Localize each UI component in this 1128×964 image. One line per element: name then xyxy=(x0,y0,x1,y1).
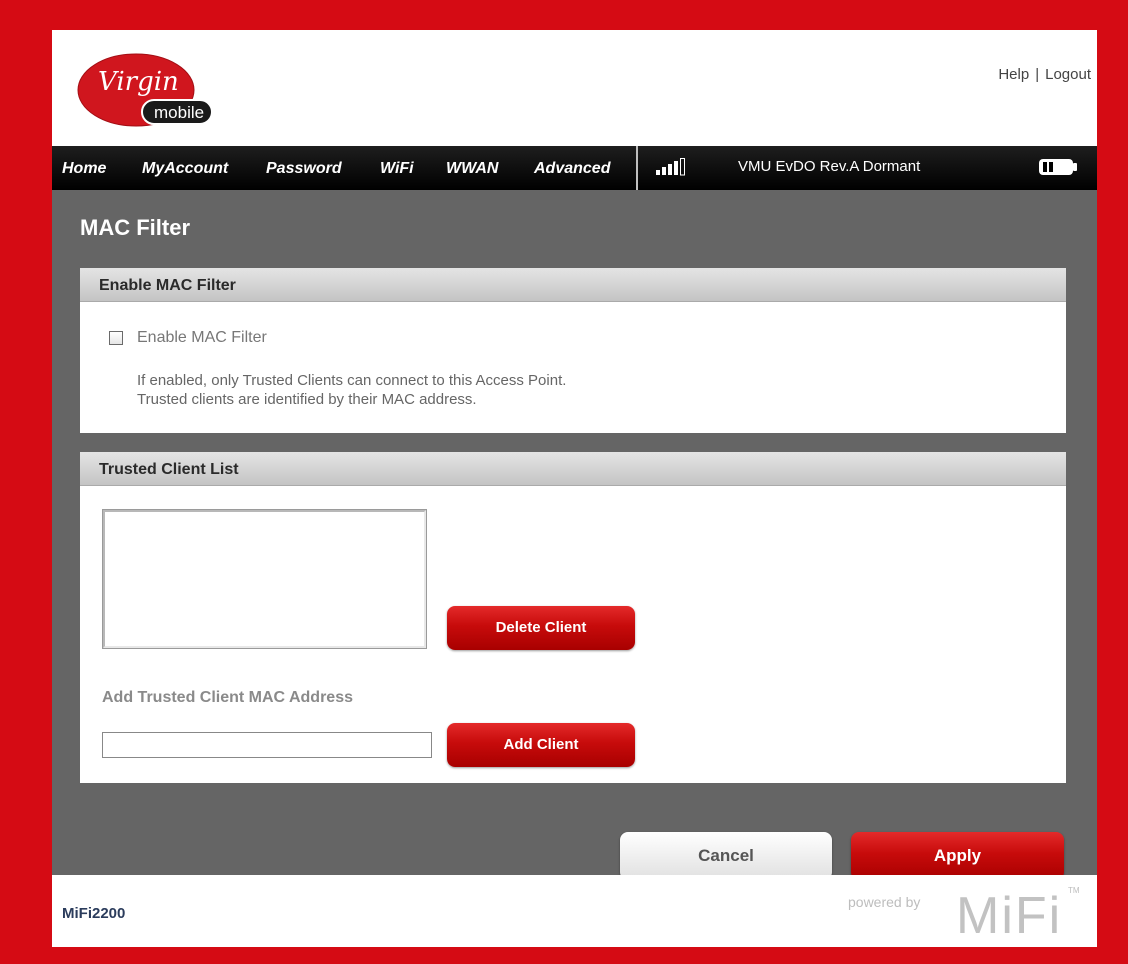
top-links: Help | Logout xyxy=(998,66,1091,83)
virgin-mobile-logo[interactable]: Virgin mobile xyxy=(76,50,226,132)
link-separator: | xyxy=(1035,66,1040,83)
header: Virgin mobile Help | Logout xyxy=(52,30,1097,145)
enable-mac-filter-label[interactable]: Enable MAC Filter xyxy=(137,329,267,347)
enable-mac-filter-checkbox[interactable] xyxy=(109,331,123,345)
mac-address-input[interactable] xyxy=(102,732,432,758)
model-name: MiFi2200 xyxy=(62,905,126,922)
content-area: MAC Filter Enable MAC Filter Enable MAC … xyxy=(52,190,1097,880)
nav-divider xyxy=(636,146,638,190)
trusted-client-list-panel: Trusted Client List Delete Client Add Tr… xyxy=(80,452,1066,783)
nav-password[interactable]: Password xyxy=(266,160,342,178)
connection-status: VMU EvDO Rev.A Dormant xyxy=(738,158,921,175)
cancel-button[interactable]: Cancel xyxy=(620,832,832,880)
powered-by-mifi-logo: powered by MiFi TM xyxy=(848,886,1080,937)
trusted-client-listbox[interactable] xyxy=(102,509,427,649)
nav-advanced[interactable]: Advanced xyxy=(534,160,610,178)
logo-text-top: Virgin xyxy=(98,67,179,97)
signal-strength-icon xyxy=(656,158,685,176)
add-client-button[interactable]: Add Client xyxy=(447,723,635,767)
logout-link[interactable]: Logout xyxy=(1045,66,1091,83)
logo-text-bottom: mobile xyxy=(154,103,204,122)
nav-home[interactable]: Home xyxy=(62,160,106,178)
enable-description: If enabled, only Trusted Clients can con… xyxy=(137,371,566,409)
nav-wwan[interactable]: WWAN xyxy=(446,160,498,178)
enable-description-line2: Trusted clients are identified by their … xyxy=(137,391,477,408)
nav-wifi[interactable]: WiFi xyxy=(380,160,414,178)
nav-bar: Home MyAccount Password WiFi WWAN Advanc… xyxy=(52,146,1097,190)
add-client-title: Add Trusted Client MAC Address xyxy=(102,689,353,706)
page-title: MAC Filter xyxy=(80,215,190,240)
nav-myaccount[interactable]: MyAccount xyxy=(142,160,228,178)
trusted-panel-header: Trusted Client List xyxy=(80,452,1066,486)
enable-panel-header: Enable MAC Filter xyxy=(80,268,1066,302)
mifi-brand-text: MiFi xyxy=(956,887,1062,937)
help-link[interactable]: Help xyxy=(998,66,1029,83)
app-frame: Virgin mobile Help | Logout Home MyAccount… xyxy=(52,30,1097,947)
apply-button[interactable]: Apply xyxy=(851,832,1064,880)
battery-icon xyxy=(1039,159,1077,175)
delete-client-button[interactable]: Delete Client xyxy=(447,606,635,650)
enable-mac-filter-panel: Enable MAC Filter Enable MAC Filter If e… xyxy=(80,268,1066,433)
powered-by-text: powered by xyxy=(848,894,920,910)
enable-description-line1: If enabled, only Trusted Clients can con… xyxy=(137,372,567,389)
footer: MiFi2200 powered by MiFi TM xyxy=(52,875,1097,947)
trademark-text: TM xyxy=(1068,886,1080,895)
